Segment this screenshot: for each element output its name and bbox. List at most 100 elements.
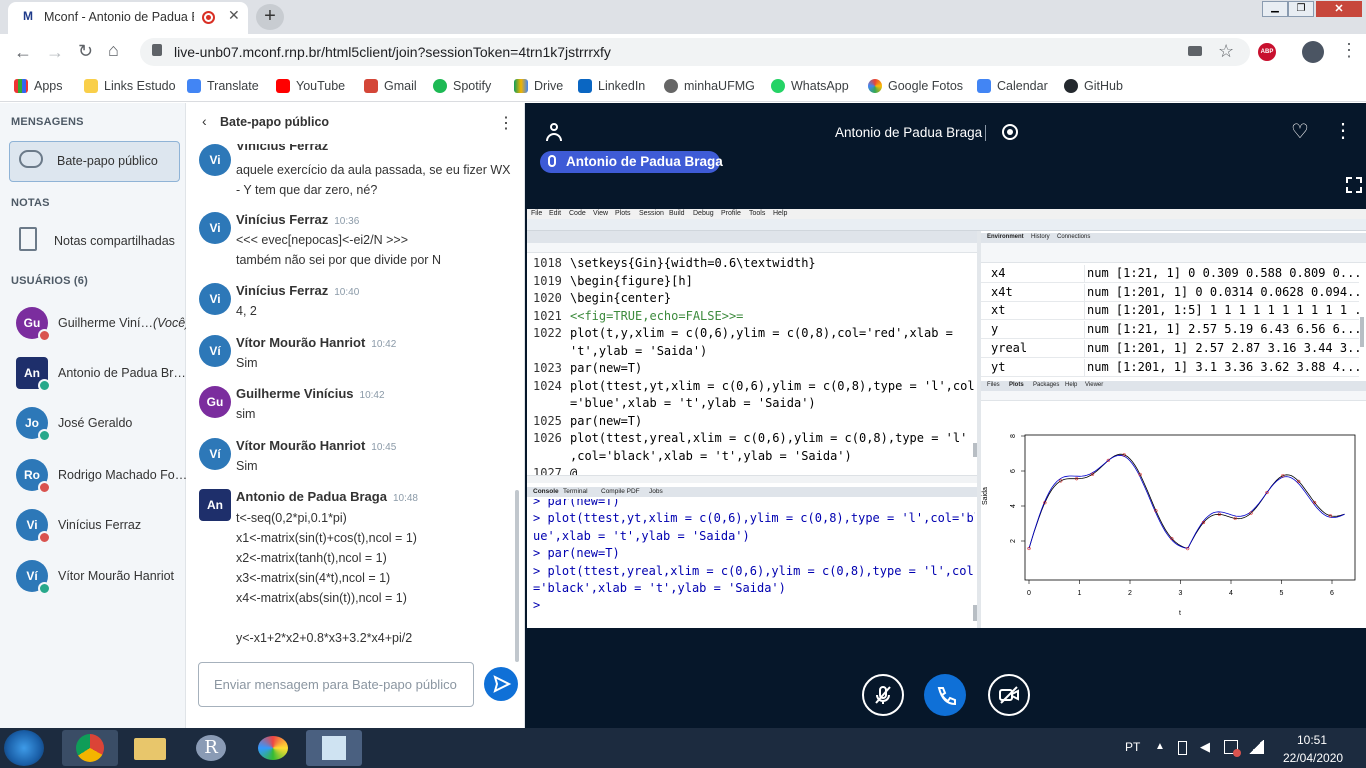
chat-options-icon[interactable]: ⋮	[498, 113, 514, 133]
taskbar-chrome[interactable]	[62, 730, 118, 766]
bookmark-youtube[interactable]: YouTube	[276, 76, 345, 96]
variable-value: num [1:21, 1] 2.57 5.19 6.43 6.56 6...	[1087, 322, 1359, 337]
presenter-talking-badge: Antonio de Padua Braga	[540, 151, 723, 173]
calendar-icon	[977, 79, 991, 93]
variable-value: num [1:201, 1] 0 0.0314 0.0628 0.094...	[1087, 284, 1359, 299]
forward-icon[interactable]: →	[46, 42, 64, 63]
editor-line: 1024 plot(ttest,yt,xlim = c(0,6),ylim = c…	[533, 378, 975, 396]
user-item[interactable]: Gu Guilherme Viní…(Você)	[16, 303, 189, 343]
bookmark-whatsapp[interactable]: WhatsApp	[771, 76, 849, 96]
editor-line: 1022 plot(t,y,xlim = c(0,6),ylim = c(0,8)…	[533, 325, 975, 343]
unmute-button[interactable]	[862, 674, 904, 716]
menu-debug: Debug	[693, 210, 714, 217]
network-alert-icon[interactable]	[1224, 740, 1241, 757]
start-button[interactable]	[4, 730, 44, 766]
yreal-curve	[1028, 453, 1345, 549]
tab-favicon: M	[23, 9, 33, 23]
menu-kebab-icon[interactable]: ⋮	[1340, 40, 1358, 60]
tab-close-icon[interactable]: ✕	[228, 7, 240, 24]
minimize-button[interactable]: ▁	[1262, 1, 1288, 17]
rstudio-toolbar	[527, 219, 1366, 231]
public-chat-label: Bate-papo público	[57, 154, 158, 168]
send-icon	[493, 675, 512, 693]
heart-icon[interactable]: ♡	[1291, 119, 1309, 144]
star-icon[interactable]: ☆	[1218, 41, 1234, 62]
code-text: 't',ylab = 'Saida')	[570, 343, 708, 358]
options-icon[interactable]: ⋮	[1333, 120, 1353, 142]
user-item[interactable]: Ro Rodrigo Machado Fo…	[16, 455, 187, 495]
user-item[interactable]: An Antonio de Padua Br…	[16, 353, 186, 393]
taskbar-r[interactable]: R	[184, 730, 240, 766]
variable-name: y	[991, 322, 999, 337]
volume-icon[interactable]: ◀	[1200, 739, 1210, 755]
clock-date[interactable]: 22/04/2020	[1283, 751, 1343, 765]
bookmark-drive[interactable]: Drive	[514, 76, 563, 96]
environment-row[interactable]: y num [1:21, 1] 2.57 5.19 6.43 6.56 6...	[981, 321, 1359, 340]
message-line: 4, 2	[236, 304, 257, 318]
leave-audio-button[interactable]	[924, 674, 966, 716]
message-author: Vinícius Ferraz 10:36	[236, 212, 360, 227]
chat-back-icon[interactable]: ‹	[202, 113, 207, 129]
home-icon[interactable]: ⌂	[108, 40, 119, 61]
user-item[interactable]: Ví Vítor Mourão Hanriot	[16, 556, 174, 596]
bookmark-minhaufmg[interactable]: minhaUFMG	[664, 76, 755, 96]
variable-name: xt	[991, 303, 1006, 318]
message-line: x1<-matrix(sin(t)+cos(t),ncol = 1)	[236, 531, 417, 545]
user-item[interactable]: Jo José Geraldo	[16, 403, 132, 443]
send-message-button[interactable]	[484, 667, 518, 701]
public-chat-item[interactable]: Bate-papo público	[9, 141, 180, 182]
bookmark-spotify[interactable]: Spotify	[433, 76, 491, 96]
bookmark-links-estudo[interactable]: Links Estudo	[84, 76, 176, 96]
bookmark-github[interactable]: GitHub	[1064, 76, 1123, 96]
environment-row[interactable]: x4 num [1:21, 1] 0 0.309 0.588 0.809 0...	[981, 265, 1359, 283]
bookmark-gmail[interactable]: Gmail	[364, 76, 417, 96]
variable-divider	[1084, 283, 1085, 301]
plot-box	[1024, 434, 1356, 581]
bookmark-apps[interactable]: Apps	[14, 76, 63, 96]
bookmark-calendar[interactable]: Calendar	[977, 76, 1048, 96]
environment-row[interactable]: yt num [1:201, 1] 3.1 3.36 3.62 3.88 4...	[981, 358, 1359, 377]
y-tick-label: 2	[1010, 539, 1017, 543]
profile-avatar[interactable]	[1302, 41, 1324, 63]
close-window-button[interactable]: ✕	[1316, 1, 1362, 17]
environment-row[interactable]: yreal num [1:201, 1] 2.57 2.87 3.16 3.44 …	[981, 339, 1359, 358]
taskbar-explorer[interactable]	[122, 730, 178, 766]
share-webcam-button[interactable]	[988, 674, 1030, 716]
language-indicator[interactable]: PT	[1125, 740, 1140, 754]
clock-time[interactable]: 10:51	[1297, 733, 1327, 747]
fullscreen-icon[interactable]	[1346, 177, 1362, 193]
bookmark-linkedin[interactable]: LinkedIn	[578, 76, 645, 96]
code-editor[interactable]: 1018 \setkeys{Gin}{width=0.6\textwidth} 10…	[527, 253, 975, 480]
taskbar-paint[interactable]	[246, 730, 302, 766]
taskbar-app[interactable]	[306, 730, 362, 766]
reload-icon[interactable]: ↻	[78, 41, 93, 62]
shared-notes-item[interactable]: Notas compartilhadas	[9, 223, 180, 257]
phone-icon	[937, 687, 956, 706]
youtube-icon	[276, 79, 290, 93]
variable-value: num [1:201, 1] 3.1 3.36 3.62 3.88 4...	[1087, 359, 1359, 374]
url-text[interactable]: live-unb07.mconf.rnp.br/html5client/join…	[174, 44, 611, 60]
adblock-icon[interactable]: ABP	[1258, 43, 1276, 61]
user-item[interactable]: Vi Vinícius Ferraz	[16, 505, 141, 545]
environment-row[interactable]: x4t num [1:201, 1] 0 0.0314 0.0628 0.094.…	[981, 283, 1359, 302]
camera-icon[interactable]	[1188, 46, 1202, 56]
tab-title: Mconf - Antonio de Padua B	[44, 10, 194, 24]
chat-input-box[interactable]: Enviar mensagem para Bate-papo público	[198, 662, 474, 707]
tray-arrow-icon[interactable]: ▲	[1155, 741, 1165, 752]
back-icon[interactable]: ←	[14, 42, 32, 63]
environment-scrollbar[interactable]	[1360, 317, 1364, 347]
user-name: Vítor Mourão Hanriot	[58, 569, 175, 583]
console-output[interactable]: > par(new=T) > plot(ttest,yt,xlim = c(0,6…	[527, 499, 975, 628]
new-tab-button[interactable]: +	[256, 4, 284, 30]
variable-divider	[1084, 302, 1085, 320]
y-tick-label: 8	[1010, 434, 1017, 438]
chat-scrollbar[interactable]	[515, 490, 519, 662]
bookmark-google-fotos[interactable]: Google Fotos	[868, 76, 963, 96]
maximize-button[interactable]: ❐	[1288, 1, 1314, 17]
bookmark-translate[interactable]: Translate	[187, 76, 259, 96]
editor-line: 1025 par(new=T)	[533, 413, 975, 431]
recording-status-icon[interactable]	[1002, 124, 1018, 140]
user-name: José Geraldo	[58, 416, 133, 430]
user-icon[interactable]	[545, 123, 563, 141]
environment-row[interactable]: xt num [1:201, 1:5] 1 1 1 1 1 1 1 1 1 1 .…	[981, 302, 1359, 321]
